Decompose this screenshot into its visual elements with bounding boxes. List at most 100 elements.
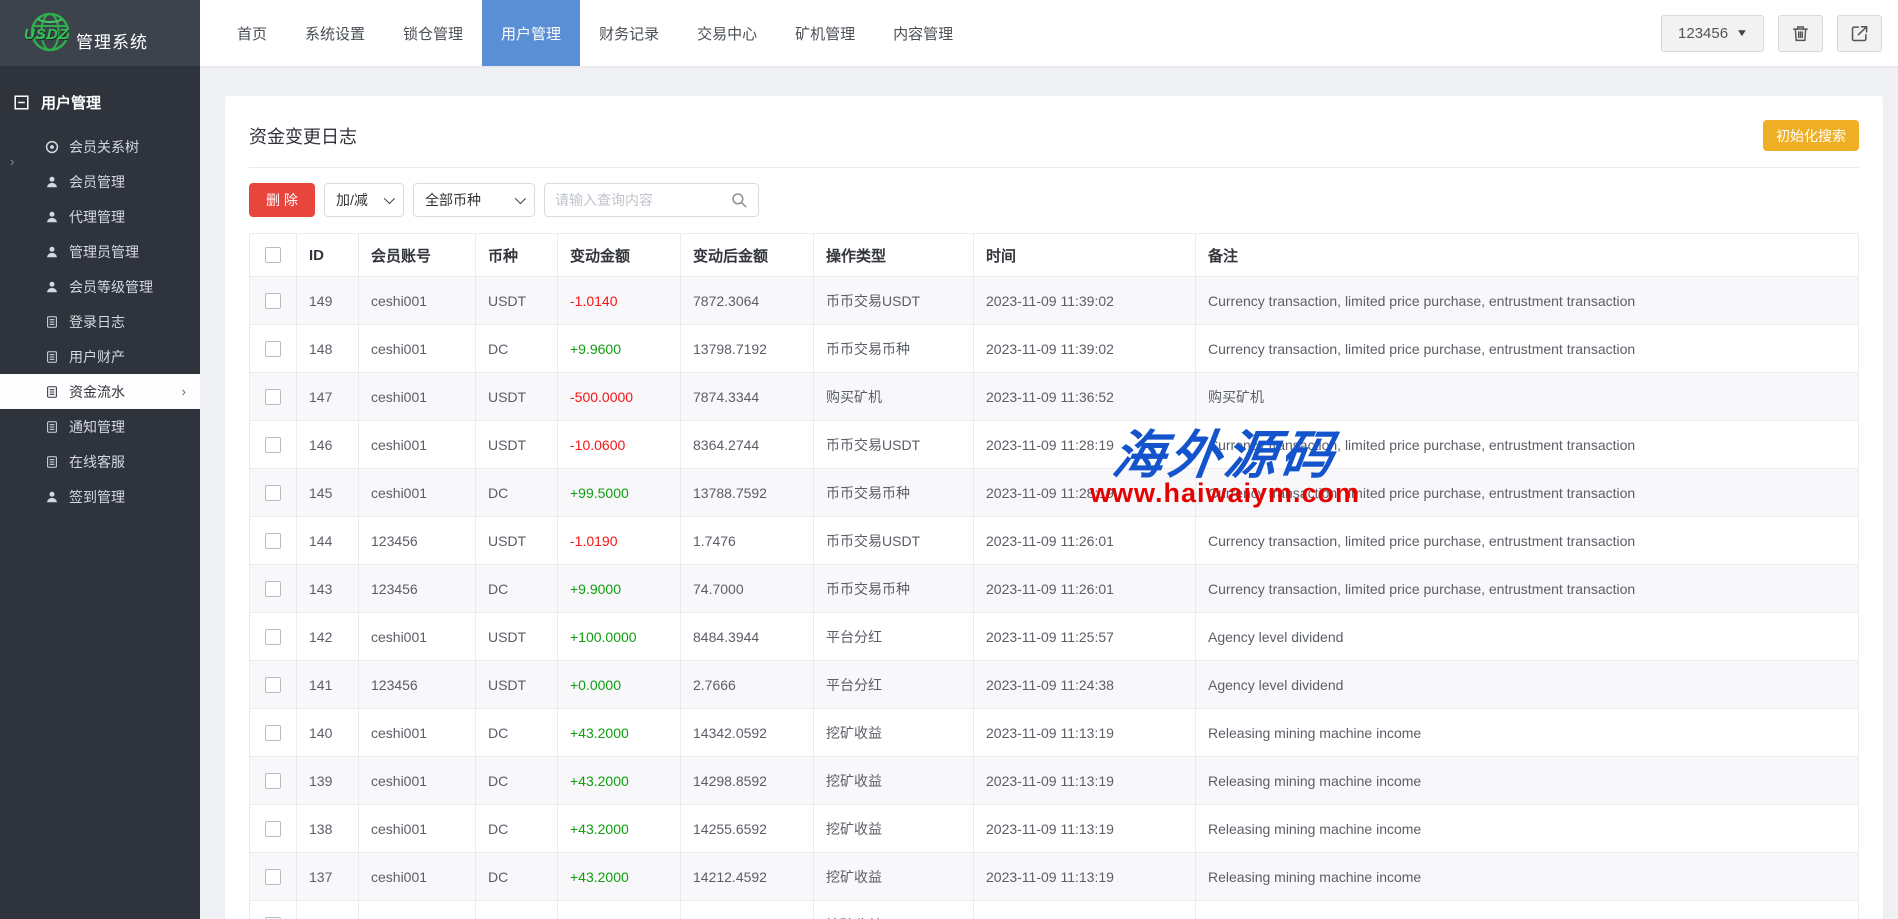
sidebar-item[interactable]: 代理管理 › xyxy=(0,199,200,234)
chevron-down-icon xyxy=(515,193,526,204)
search-box xyxy=(544,183,759,217)
top-bar: USDZ 管理系统 首页系统设置锁仓管理用户管理财务记录交易中心矿机管理内容管理… xyxy=(0,0,1898,66)
cell-time: 2023-11-09 11:39:02 xyxy=(974,277,1196,325)
cell-id: 145 xyxy=(297,469,359,517)
row-checkbox[interactable] xyxy=(265,581,281,597)
row-checkbox[interactable] xyxy=(265,437,281,453)
column-header-op-type: 操作类型 xyxy=(814,234,974,277)
row-checkbox[interactable] xyxy=(265,869,281,885)
cell-account: ceshi001 xyxy=(359,901,476,919)
nav-tab-3[interactable]: 用户管理 xyxy=(482,0,580,66)
cell-currency: DC xyxy=(476,853,558,901)
sidebar-item-label: 会员管理 xyxy=(69,172,125,192)
row-select-cell xyxy=(250,853,297,901)
cell-account: ceshi001 xyxy=(359,805,476,853)
chevron-down-icon xyxy=(384,193,395,204)
cell-remark: Currency transaction, limited price purc… xyxy=(1196,517,1859,565)
nav-tab-2[interactable]: 锁仓管理 xyxy=(384,0,482,66)
cell-op-type: 币币交易币种 xyxy=(814,325,974,373)
sidebar-item[interactable]: 通知管理 › xyxy=(0,409,200,444)
amount-type-select[interactable]: 加/减 xyxy=(324,183,404,217)
select-all-checkbox[interactable] xyxy=(265,247,281,263)
sidebar-item[interactable]: 资金流水 › xyxy=(0,374,200,409)
sidebar-item[interactable]: 会员关系树 › xyxy=(0,129,200,164)
cell-op-type: 币币交易USDT xyxy=(814,421,974,469)
column-header-currency: 币种 xyxy=(476,234,558,277)
sidebar-item-label: 登录日志 xyxy=(69,312,125,332)
select-all-cell xyxy=(250,234,297,277)
cell-change-amount: +9.9000 xyxy=(558,565,681,613)
cell-change-amount: +43.2000 xyxy=(558,709,681,757)
nav-tab-4[interactable]: 财务记录 xyxy=(580,0,678,66)
main-content: 资金变更日志 初始化搜索 删 除 加/减 全部币种 xyxy=(200,66,1898,919)
sidebar-item[interactable]: 登录日志 › xyxy=(0,304,200,339)
cell-change-amount: +100.0000 xyxy=(558,613,681,661)
sidebar-item[interactable]: 在线客服 › xyxy=(0,444,200,479)
cell-remark: Releasing mining machine income xyxy=(1196,709,1859,757)
cell-currency: DC xyxy=(476,901,558,919)
sidebar-item[interactable]: 用户财产 › xyxy=(0,339,200,374)
cell-remark: Agency level dividend xyxy=(1196,613,1859,661)
cell-currency: USDT xyxy=(476,613,558,661)
cell-after-amount: 7872.3064 xyxy=(681,277,814,325)
cell-account: ceshi001 xyxy=(359,373,476,421)
row-checkbox[interactable] xyxy=(265,821,281,837)
logout-button[interactable] xyxy=(1837,15,1882,52)
trash-icon xyxy=(1791,24,1810,43)
nav-tab-label: 交易中心 xyxy=(697,23,757,44)
nav-tab-1[interactable]: 系统设置 xyxy=(286,0,384,66)
sidebar-item[interactable]: 会员管理 › xyxy=(0,164,200,199)
nav-tab-6[interactable]: 矿机管理 xyxy=(776,0,874,66)
nav-tab-5[interactable]: 交易中心 xyxy=(678,0,776,66)
user-dropdown-button[interactable]: 123456 ▼ xyxy=(1661,15,1764,52)
table-row: 139 ceshi001 DC +43.2000 14298.8592 挖矿收益… xyxy=(250,757,1859,805)
trash-button[interactable] xyxy=(1778,15,1823,52)
sidebar-item[interactable]: 管理员管理 › xyxy=(0,234,200,269)
sidebar-item-label: 在线客服 xyxy=(69,452,125,472)
row-checkbox[interactable] xyxy=(265,293,281,309)
column-header-change: 变动金额 xyxy=(558,234,681,277)
cell-currency: DC xyxy=(476,757,558,805)
search-input[interactable] xyxy=(555,192,730,208)
cell-change-amount: +43.2000 xyxy=(558,805,681,853)
cell-account: ceshi001 xyxy=(359,613,476,661)
row-checkbox[interactable] xyxy=(265,533,281,549)
row-checkbox[interactable] xyxy=(265,485,281,501)
sidebar-section-user-management[interactable]: 用户管理 xyxy=(0,66,200,123)
column-header-time: 时间 xyxy=(974,234,1196,277)
init-search-button[interactable]: 初始化搜索 xyxy=(1763,120,1859,151)
cell-id: 137 xyxy=(297,853,359,901)
row-checkbox[interactable] xyxy=(265,677,281,693)
currency-select[interactable]: 全部币种 xyxy=(413,183,535,217)
cell-remark: Releasing mining machine income xyxy=(1196,805,1859,853)
row-checkbox[interactable] xyxy=(265,725,281,741)
search-icon[interactable] xyxy=(730,191,748,209)
row-select-cell xyxy=(250,277,297,325)
delete-button[interactable]: 删 除 xyxy=(249,183,315,217)
cell-change-amount: +0.0000 xyxy=(558,661,681,709)
cell-account: ceshi001 xyxy=(359,757,476,805)
nav-tab-label: 首页 xyxy=(237,23,267,44)
sidebar-item[interactable]: 签到管理 › xyxy=(0,479,200,514)
row-checkbox[interactable] xyxy=(265,629,281,645)
doc-icon xyxy=(44,385,60,399)
table-row: 142 ceshi001 USDT +100.0000 8484.3944 平台… xyxy=(250,613,1859,661)
nav-tab-0[interactable]: 首页 xyxy=(218,0,286,66)
nav-tab-label: 用户管理 xyxy=(501,23,561,44)
top-nav: 首页系统设置锁仓管理用户管理财务记录交易中心矿机管理内容管理 xyxy=(218,0,972,66)
row-checkbox[interactable] xyxy=(265,773,281,789)
sidebar-item[interactable]: 会员等级管理 › xyxy=(0,269,200,304)
cell-currency: USDT xyxy=(476,373,558,421)
cell-account: 123456 xyxy=(359,565,476,613)
row-checkbox[interactable] xyxy=(265,389,281,405)
cell-time: 2023-11-09 11:25:57 xyxy=(974,613,1196,661)
row-select-cell xyxy=(250,469,297,517)
cell-op-type: 挖矿收益 xyxy=(814,853,974,901)
target-icon xyxy=(44,140,60,154)
cell-id: 142 xyxy=(297,613,359,661)
row-checkbox[interactable] xyxy=(265,341,281,357)
brand-title: 管理系统 xyxy=(76,28,148,53)
cell-currency: USDT xyxy=(476,421,558,469)
user-dropdown-label: 123456 xyxy=(1678,25,1728,42)
nav-tab-7[interactable]: 内容管理 xyxy=(874,0,972,66)
